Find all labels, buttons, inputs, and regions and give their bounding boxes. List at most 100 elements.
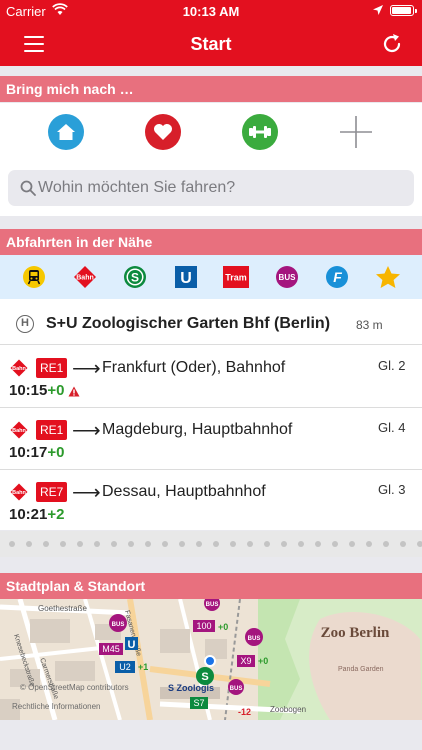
line-badge: RE1 xyxy=(36,420,68,440)
delay-label: +1 xyxy=(138,662,148,672)
location-arrow-icon xyxy=(373,5,383,15)
strip-dot xyxy=(111,541,117,547)
strip-dot xyxy=(9,541,15,547)
station-distance: 83 m xyxy=(356,318,383,332)
departure-time: 10:17+0 xyxy=(9,444,64,461)
page-title: Start xyxy=(190,34,232,54)
quick-destinations xyxy=(0,103,422,216)
station-name: S+U Zoologischer Garten Bhf (Berlin) xyxy=(46,315,331,332)
direction-arrow-icon: ⟶ xyxy=(72,420,101,442)
bus-line-label: X9 xyxy=(240,656,251,666)
bus-icon: BUS xyxy=(276,266,298,288)
destination-search[interactable] xyxy=(8,170,414,206)
strip-dot xyxy=(366,541,372,547)
delay: +0 xyxy=(47,382,65,399)
bahn-label: Bahn xyxy=(76,275,94,282)
u-bahn-label: U xyxy=(180,270,192,287)
delay-label: +0 xyxy=(218,622,228,632)
bottom-spacer xyxy=(0,720,422,750)
u-line-label: U2 xyxy=(119,662,131,672)
tram-filter[interactable]: Tram xyxy=(223,263,249,291)
bus-line-label: 100 xyxy=(196,621,211,631)
strip-dot xyxy=(332,541,338,547)
strip-dot xyxy=(26,541,32,547)
direction-arrow-icon: ⟶ xyxy=(72,482,101,504)
home-shortcut-button[interactable] xyxy=(48,114,84,150)
ferry-filter[interactable]: F xyxy=(325,263,349,291)
search-icon xyxy=(20,180,36,196)
departure-row[interactable]: Bahn RE7 ⟶ Dessau, Hauptbahnhof Gl. 3 10… xyxy=(0,470,422,532)
departure-row[interactable]: Bahn RE1 ⟶ Frankfurt (Oder), Bahnhof Gl.… xyxy=(0,346,422,408)
gym-shortcut-button[interactable] xyxy=(242,114,278,150)
strip-dot xyxy=(43,541,49,547)
s-bahn-label: S xyxy=(201,671,208,683)
s-bahn-icon: S xyxy=(124,266,146,288)
plus-icon xyxy=(340,116,372,148)
nearby-section-header: Abfahrten in der Nähe xyxy=(0,229,422,255)
search-input[interactable] xyxy=(38,170,408,206)
navigation-bar: Start xyxy=(0,22,422,66)
departure-row[interactable]: Bahn RE1 ⟶ Magdeburg, Hauptbahnhof Gl. 4… xyxy=(0,408,422,470)
more-departures-strip[interactable] xyxy=(0,531,422,557)
map-attribution: © OpenStreetMap contributors xyxy=(20,683,129,692)
strip-dot xyxy=(94,541,100,547)
station-row[interactable]: H S+U Zoologischer Garten Bhf (Berlin) 8… xyxy=(0,299,422,345)
add-destination-button[interactable] xyxy=(338,114,374,150)
home-icon xyxy=(57,124,75,140)
refresh-icon[interactable] xyxy=(380,32,404,56)
strip-dot xyxy=(315,541,321,547)
station-label: S Zoologis xyxy=(168,683,214,693)
clock: 10:13 AM xyxy=(182,4,240,19)
strip-dot xyxy=(128,541,134,547)
scheduled-time: 10:15 xyxy=(9,382,48,399)
bahn-icon: Bahn xyxy=(10,359,28,377)
strip-dot xyxy=(77,541,83,547)
line-badge: RE1 xyxy=(36,358,68,378)
bahn-filter[interactable]: Bahn xyxy=(73,263,97,291)
bus-label: BUS xyxy=(206,602,219,608)
bus-filter[interactable]: BUS xyxy=(275,263,299,291)
bring-section-header: Bring mich nach … xyxy=(0,76,422,102)
tram-icon: Tram xyxy=(223,266,249,288)
departure-time: 10:21+2 xyxy=(9,506,64,523)
destination: Frankfurt (Oder), Bahnhof xyxy=(102,359,286,376)
current-location-marker xyxy=(204,655,216,667)
strip-dot xyxy=(400,541,406,547)
bahn-logo-label: Bahn xyxy=(12,490,26,496)
bus-label: BUS xyxy=(230,686,243,692)
strip-dot xyxy=(247,541,253,547)
track: Gl. 4 xyxy=(378,420,406,435)
u-bahn-label: U xyxy=(128,639,136,651)
destination: Dessau, Hauptbahnhof xyxy=(102,483,266,500)
strip-dot xyxy=(213,541,219,547)
map-legal-link[interactable]: Rechtliche Informationen xyxy=(12,702,101,711)
strip-dot xyxy=(383,541,389,547)
bus-label: BUS xyxy=(279,273,297,282)
strip-dot xyxy=(179,541,185,547)
s-bahn-filter[interactable]: S xyxy=(123,263,147,291)
strip-dot xyxy=(349,541,355,547)
bus-label: BUS xyxy=(248,636,261,642)
regional-train-icon xyxy=(23,266,45,288)
strip-dot xyxy=(264,541,270,547)
map-preview[interactable]: Goethestraße Carmerstraße Knesebeckstraß… xyxy=(0,599,422,720)
u-bahn-icon: U xyxy=(175,266,197,288)
u-bahn-filter[interactable]: U xyxy=(174,263,198,291)
battery-icon xyxy=(390,5,417,16)
strip-dot xyxy=(162,541,168,547)
bus-label: BUS xyxy=(112,622,125,628)
favorite-shortcut-button[interactable] xyxy=(145,114,181,150)
scheduled-time: 10:21 xyxy=(9,506,48,523)
map-section-header: Stadtplan & Standort xyxy=(0,573,422,599)
scheduled-time: 10:17 xyxy=(9,444,48,461)
regional-train-filter[interactable] xyxy=(22,263,46,291)
favorites-filter[interactable] xyxy=(375,263,401,291)
star-icon xyxy=(376,266,400,288)
warning-icon xyxy=(68,386,80,397)
bahn-logo-label: Bahn xyxy=(12,428,26,434)
delay-label: +0 xyxy=(258,656,268,666)
delay: +0 xyxy=(47,444,65,461)
bahn-logo-label: Bahn xyxy=(12,366,26,372)
strip-dot xyxy=(145,541,151,547)
line-badge: RE7 xyxy=(36,482,68,502)
